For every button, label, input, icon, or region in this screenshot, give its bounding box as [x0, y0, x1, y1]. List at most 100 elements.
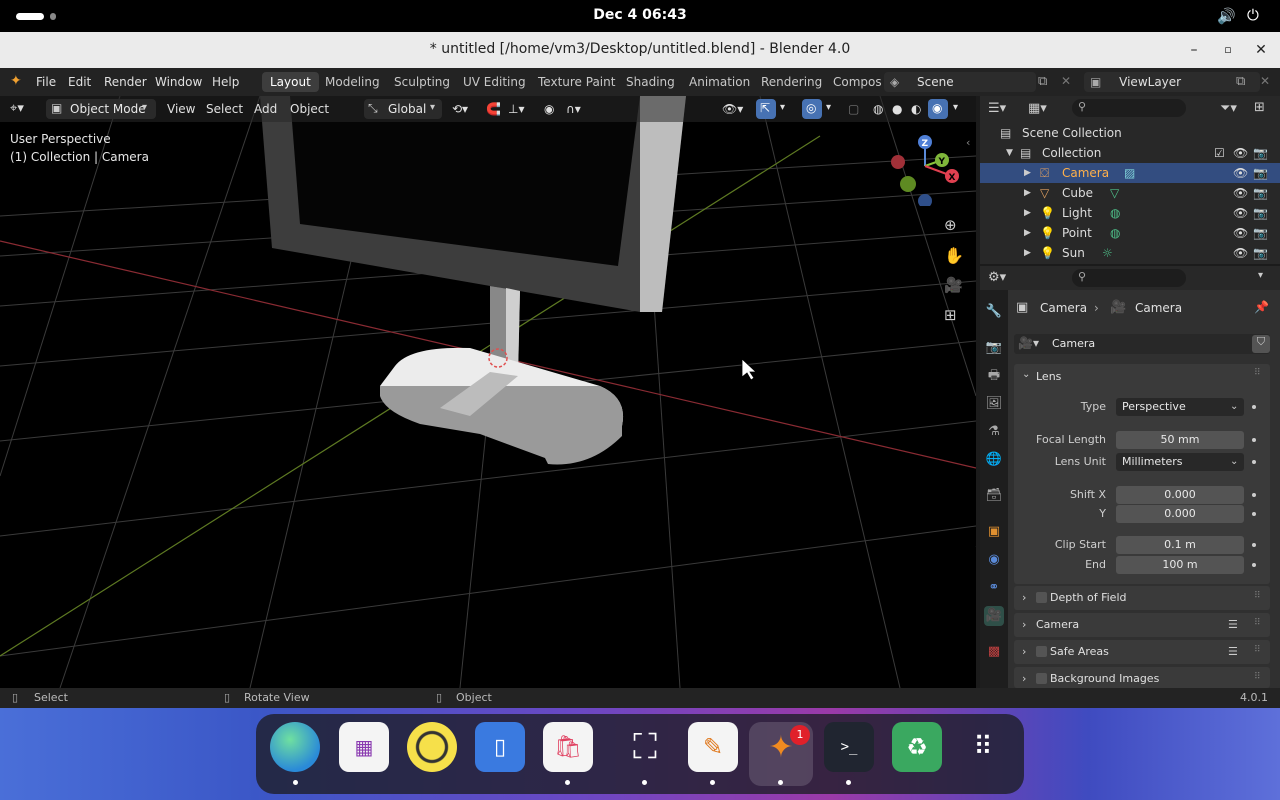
tab-output-icon[interactable]: 🖶 [984, 366, 1004, 386]
drag-handle-icon[interactable]: ⠿ [1254, 618, 1261, 628]
keyframe-dot[interactable] [1252, 512, 1256, 516]
editor-type-icon[interactable]: ⌖▾ [10, 101, 24, 116]
outliner-item-point[interactable]: ▶ 💡 Point ◍ 👁 📷 [980, 223, 1280, 243]
light-data-icon[interactable]: ◍ [1110, 206, 1120, 220]
clock[interactable]: Dec 4 06:43 [0, 7, 1280, 23]
shift-y-field[interactable]: 0.000 [1116, 505, 1244, 523]
expand-arrow-icon[interactable]: ▶ [1024, 248, 1031, 258]
camera-render-icon[interactable]: 📷 [1253, 146, 1268, 160]
tab-uv-editing[interactable]: UV Editing [455, 72, 534, 92]
lens-panel-title[interactable]: Lens [1036, 370, 1061, 383]
focal-length-field[interactable]: 50 mm [1116, 431, 1244, 449]
camera-datablock-selector[interactable]: 🎥▾ Camera ⛉ [1014, 334, 1270, 354]
keyframe-dot[interactable] [1252, 438, 1256, 442]
outliner-search-input[interactable]: ⚲ [1072, 99, 1186, 117]
camera-render-icon[interactable]: 📷 [1253, 246, 1268, 260]
display-mode-icon[interactable]: ▦▾ [1028, 101, 1047, 116]
files-icon[interactable]: ▯ [475, 722, 525, 772]
falloff-icon[interactable]: ∩▾ [566, 102, 581, 116]
outliner-item-cube[interactable]: ▶ ▽ Cube ▽ 👁 📷 [980, 183, 1280, 203]
checkbox-icon[interactable] [1036, 592, 1047, 603]
tab-world-icon[interactable]: 🌐 [984, 450, 1004, 470]
properties-editor-icon[interactable]: ⚙▾ [988, 270, 1006, 285]
menu-edit[interactable]: Edit [68, 75, 91, 89]
drag-handle-icon[interactable]: ⠿ [1254, 368, 1261, 378]
outliner-editor-icon[interactable]: ☰▾ [988, 101, 1006, 116]
visibility-icon[interactable]: 👁▾ [722, 102, 743, 116]
fake-user-shield-icon[interactable]: ⛉ [1252, 335, 1270, 353]
checkbox-icon[interactable] [1036, 646, 1047, 657]
tab-view-layer-icon[interactable]: 🖼 [984, 394, 1004, 414]
expand-arrow-icon[interactable]: ▶ [1024, 168, 1031, 178]
shading-wireframe-icon[interactable]: ◍ [873, 102, 883, 116]
menu-window[interactable]: Window [155, 75, 202, 89]
tab-shading[interactable]: Shading [618, 72, 683, 92]
expand-arrow-icon[interactable]: ▶ [1024, 188, 1031, 198]
pan-hand-icon[interactable]: ✋ [944, 246, 964, 265]
menu-file[interactable]: File [36, 75, 56, 89]
keyframe-dot[interactable] [1252, 563, 1256, 567]
camera-panel[interactable]: › Camera ☰ ⠿ [1014, 613, 1270, 637]
camera-render-icon[interactable]: 📷 [1253, 166, 1268, 180]
lens-unit-dropdown[interactable]: Millimeters ⌄ [1116, 453, 1244, 471]
remove-scene-icon[interactable]: ✕ [1061, 74, 1071, 88]
camera-render-icon[interactable]: 📷 [1253, 186, 1268, 200]
shading-material-icon[interactable]: ◐ [911, 102, 921, 116]
chevron-down-icon[interactable]: ▾ [1258, 270, 1263, 281]
pin-icon[interactable]: 📌 [1254, 300, 1269, 314]
menu-render[interactable]: Render [104, 75, 147, 89]
tab-texture-paint[interactable]: Texture Paint [530, 72, 623, 92]
expand-arrow-icon[interactable]: ▼ [1006, 148, 1013, 158]
overlay-toggle-button[interactable]: ◎ [802, 99, 822, 119]
camera-view-icon[interactable]: 🎥 [944, 276, 963, 294]
pivot-icon[interactable]: ⟲▾ [452, 102, 468, 116]
mesh-data-icon[interactable]: ▽ [1110, 186, 1119, 200]
keyframe-dot[interactable] [1252, 405, 1256, 409]
app-grid-icon[interactable]: ⠿ [958, 722, 1008, 772]
tab-tool-icon[interactable]: 🔧 [984, 302, 1004, 322]
close-button[interactable]: ✕ [1251, 40, 1271, 60]
tab-constraints-icon[interactable]: ⚭ [984, 578, 1004, 598]
tab-render-icon[interactable]: 📷 [984, 338, 1004, 358]
keyframe-dot[interactable] [1252, 543, 1256, 547]
drag-handle-icon[interactable]: ⠿ [1254, 672, 1261, 682]
outliner-item-sun[interactable]: ▶ 💡 Sun ☼ 👁 📷 [980, 243, 1280, 263]
transform-orientation-selector[interactable]: ⤡ Global ▾ [364, 99, 442, 119]
power-icon[interactable]: ⏻ [1247, 6, 1259, 24]
eye-icon[interactable]: 👁 [1233, 166, 1248, 180]
light-data-icon[interactable]: ◍ [1110, 226, 1120, 240]
outliner-scene-collection[interactable]: ▤ Scene Collection [980, 123, 1280, 143]
terminal-icon[interactable]: >_ [824, 722, 874, 772]
browser-globe-icon[interactable] [270, 722, 320, 772]
chevron-down-icon[interactable]: ▾ [780, 102, 785, 113]
monitor-model[interactable] [260, 96, 686, 465]
3d-viewport[interactable]: User Perspective (1) Collection | Camera… [0, 96, 976, 688]
snap-target-icon[interactable]: ⊥▾ [508, 102, 524, 116]
chevron-down-icon[interactable]: ▾ [826, 102, 831, 113]
new-scene-icon[interactable]: ⧉ [1038, 74, 1047, 89]
snap-icon[interactable]: 🧲 [486, 102, 501, 116]
clip-start-field[interactable]: 0.1 m [1116, 536, 1244, 554]
viewport-menu-add[interactable]: Add [254, 102, 277, 116]
tab-compositing[interactable]: Compos [825, 72, 890, 92]
shift-x-field[interactable]: 0.000 [1116, 486, 1244, 504]
shading-rendered-button[interactable]: ◉ [928, 99, 948, 119]
chevron-down-icon[interactable]: ▾ [953, 102, 958, 113]
recycle-bin-icon[interactable]: ♻ [892, 722, 942, 772]
tab-camera-data-icon[interactable]: 🎥 [984, 606, 1004, 626]
calendar-icon[interactable]: ▦ [339, 722, 389, 772]
eye-icon[interactable]: 👁 [1233, 146, 1248, 160]
zoom-icon[interactable]: ⊕ [944, 216, 957, 234]
lens-type-dropdown[interactable]: Perspective ⌄ [1116, 398, 1244, 416]
background-images-panel[interactable]: › Background Images ⠿ [1014, 667, 1270, 688]
scene-selector[interactable]: ◈ Scene [884, 72, 1036, 92]
music-player-icon[interactable] [407, 722, 457, 772]
ortho-grid-icon[interactable]: ⊞ [944, 306, 957, 324]
expand-arrow-icon[interactable]: ▶ [1024, 208, 1031, 218]
mode-selector[interactable]: ▣ Object Mode ▾ [46, 99, 156, 119]
eye-icon[interactable]: 👁 [1233, 186, 1248, 200]
tab-scene-icon[interactable]: ⚗ [984, 422, 1004, 442]
viewport-menu-object[interactable]: Object [290, 102, 329, 116]
presets-list-icon[interactable]: ☰ [1228, 618, 1238, 631]
blender-logo-icon[interactable]: ✦ [10, 73, 22, 89]
